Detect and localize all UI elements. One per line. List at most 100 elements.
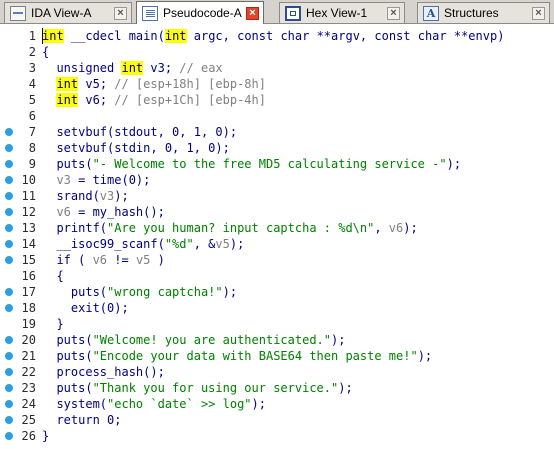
line-number: 22 bbox=[21, 365, 36, 379]
breakpoint-dot-icon[interactable] bbox=[5, 416, 13, 424]
code-text: ); bbox=[446, 157, 462, 171]
close-icon[interactable]: × bbox=[387, 6, 400, 20]
code-text: v3 = time(0); bbox=[42, 172, 150, 188]
line-number: 1 bbox=[28, 29, 36, 43]
code-text: srand( bbox=[42, 189, 100, 203]
type-keyword: int bbox=[164, 29, 187, 43]
breakpoint-dot-icon[interactable] bbox=[5, 400, 13, 408]
breakpoint-dot-icon[interactable] bbox=[5, 224, 13, 232]
tab-label: Pseudocode-A bbox=[163, 6, 242, 20]
line-number: 21 bbox=[21, 349, 36, 363]
code-text: ); bbox=[222, 285, 238, 299]
code-line[interactable]: 19 } bbox=[0, 316, 554, 332]
breakpoint-dot-icon[interactable] bbox=[5, 176, 13, 184]
code-text: int __cdecl main(int argc, const char **… bbox=[42, 28, 504, 44]
code-comment: // eax bbox=[179, 61, 223, 75]
code-line[interactable]: 11 srand(v3); bbox=[0, 188, 554, 204]
code-text: ); bbox=[114, 189, 129, 203]
structures-icon: A bbox=[423, 5, 439, 21]
breakpoint-dot-icon[interactable] bbox=[5, 384, 13, 392]
code-line[interactable]: 3 unsigned int v3; // eax bbox=[0, 60, 554, 76]
code-text: } bbox=[42, 316, 63, 332]
code-line[interactable]: 9 puts("- Welcome to the free MD5 calcul… bbox=[0, 156, 554, 172]
tab-pseudocode[interactable]: Pseudocode-A × bbox=[136, 1, 264, 24]
breakpoint-dot-icon[interactable] bbox=[5, 192, 13, 200]
breakpoint-dot-icon[interactable] bbox=[5, 288, 13, 296]
type-keyword: int bbox=[42, 29, 64, 43]
code-line[interactable]: 6 bbox=[0, 108, 554, 124]
code-text: ); bbox=[229, 237, 245, 251]
code-line[interactable]: 24 system("echo `date` >> log"); bbox=[0, 396, 554, 412]
string-literal: "- Welcome to the free MD5 calculating s… bbox=[92, 157, 447, 171]
code-line[interactable]: 10 v3 = time(0); bbox=[0, 172, 554, 188]
type-keyword: int bbox=[56, 77, 79, 91]
breakpoint-dot-icon[interactable] bbox=[5, 144, 13, 152]
code-line[interactable]: 22 process_hash(); bbox=[0, 364, 554, 380]
code-text: ); bbox=[338, 381, 353, 395]
code-line[interactable]: 8 setvbuf(stdin, 0, 1, 0); bbox=[0, 140, 554, 156]
code-text: puts( bbox=[42, 157, 93, 171]
close-icon[interactable]: × bbox=[246, 6, 259, 20]
tab-hex-view[interactable]: Hex View-1 × bbox=[279, 2, 405, 23]
code-text: ); bbox=[403, 221, 418, 235]
code-text: setvbuf(stdout, 0, 1, 0); bbox=[42, 125, 238, 139]
code-line[interactable]: 13 printf("Are you human? input captcha … bbox=[0, 220, 554, 236]
line-number: 19 bbox=[21, 317, 36, 331]
tab-structures[interactable]: A Structures × bbox=[417, 2, 550, 23]
code-line[interactable]: 26} bbox=[0, 428, 554, 444]
line-number: 26 bbox=[21, 429, 36, 443]
code-line[interactable]: 18 exit(0); bbox=[0, 300, 554, 316]
close-icon[interactable]: × bbox=[532, 6, 545, 20]
code-text: setvbuf(stdin, 0, 1, 0); bbox=[42, 141, 230, 155]
code-text: ) bbox=[150, 253, 165, 267]
code-comment: // [esp+18h] [ebp-8h] bbox=[114, 77, 266, 91]
code-text: } bbox=[42, 428, 49, 444]
code-text: } bbox=[42, 429, 50, 443]
code-line[interactable]: 7 setvbuf(stdout, 0, 1, 0); bbox=[0, 124, 554, 140]
breakpoint-dot-icon[interactable] bbox=[5, 256, 13, 264]
pseudocode-view[interactable]: 1 int __cdecl main(int argc, const char *… bbox=[0, 24, 554, 449]
breakpoint-dot-icon[interactable] bbox=[5, 304, 13, 312]
string-literal: "echo `date` >> log" bbox=[107, 397, 252, 411]
line-number: 25 bbox=[21, 413, 36, 427]
code-line[interactable]: 16 { bbox=[0, 268, 554, 284]
code-text: int v6; // [esp+1Ch] [ebp-4h] bbox=[42, 92, 266, 108]
tab-ida-view[interactable]: IDA View-A × bbox=[4, 2, 132, 23]
code-line[interactable]: 5 int v6; // [esp+1Ch] [ebp-4h] bbox=[0, 92, 554, 108]
breakpoint-dot-icon[interactable] bbox=[5, 208, 13, 216]
breakpoint-dot-icon[interactable] bbox=[5, 128, 13, 136]
code-line[interactable]: 20 puts("Welcome! you are authenticated.… bbox=[0, 332, 554, 348]
line-number: 12 bbox=[21, 205, 36, 219]
code-line[interactable]: 23 puts("Thank you for using our service… bbox=[0, 380, 554, 396]
code-text: puts("wrong captcha!"); bbox=[42, 284, 237, 300]
code-line[interactable]: 4 int v5; // [esp+18h] [ebp-8h] bbox=[0, 76, 554, 92]
code-line[interactable]: 21 puts("Encode your data with BASE64 th… bbox=[0, 348, 554, 364]
code-line[interactable]: 15 if ( v6 != v5 ) bbox=[0, 252, 554, 268]
code-line[interactable]: 2{ bbox=[0, 44, 554, 60]
breakpoint-dot-icon[interactable] bbox=[5, 352, 13, 360]
code-text: printf("Are you human? input captcha : %… bbox=[42, 220, 418, 236]
code-text: system("echo `date` >> log"); bbox=[42, 396, 266, 412]
line-number: 6 bbox=[28, 109, 36, 123]
code-text: process_hash(); bbox=[42, 365, 165, 379]
breakpoint-dot-icon[interactable] bbox=[5, 336, 13, 344]
code-line[interactable]: 1 int __cdecl main(int argc, const char *… bbox=[0, 28, 554, 44]
breakpoint-dot-icon[interactable] bbox=[5, 240, 13, 248]
code-text: return 0; bbox=[42, 412, 121, 428]
breakpoint-dot-icon[interactable] bbox=[5, 368, 13, 376]
close-icon[interactable]: × bbox=[114, 6, 127, 20]
code-line[interactable]: 25 return 0; bbox=[0, 412, 554, 428]
code-text: puts("Thank you for using our service.")… bbox=[42, 380, 353, 396]
code-line[interactable]: 12 v6 = my_hash(); bbox=[0, 204, 554, 220]
code-line[interactable]: 17 puts("wrong captcha!"); bbox=[0, 284, 554, 300]
code-text: { bbox=[42, 269, 64, 283]
code-text: puts( bbox=[42, 333, 93, 347]
code-text: v5; bbox=[78, 77, 115, 91]
breakpoint-dot-icon[interactable] bbox=[5, 432, 13, 440]
breakpoint-dot-icon[interactable] bbox=[5, 160, 13, 168]
code-line[interactable]: 14 __isoc99_scanf("%d", &v5); bbox=[0, 236, 554, 252]
line-number: 18 bbox=[21, 301, 36, 315]
local-variable: v5 bbox=[215, 237, 230, 251]
